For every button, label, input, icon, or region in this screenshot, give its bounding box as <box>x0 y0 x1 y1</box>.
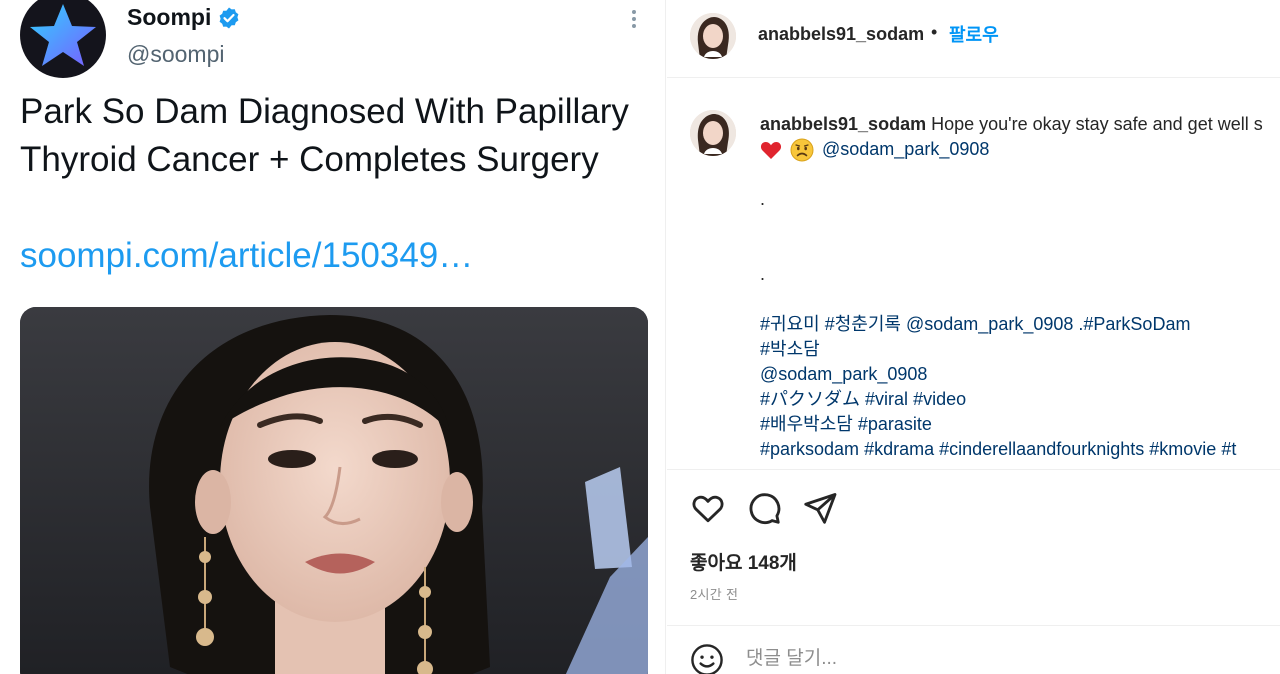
hashtag-link[interactable]: #viral <box>865 389 908 409</box>
portrait-photo-illustration <box>20 307 648 674</box>
caption-author-avatar[interactable] <box>690 110 736 156</box>
caption-line-2: @sodam_park_0908 <box>760 137 1280 162</box>
hashtag-link[interactable]: #청춘기록 <box>825 314 901 334</box>
tweet-photo[interactable] <box>20 307 648 674</box>
hashtag-link[interactable]: #배우박소담 <box>760 414 853 434</box>
post-author-avatar[interactable] <box>690 13 736 59</box>
post-author-username[interactable]: anabbels91_sodam <box>758 24 924 45</box>
hashtag-link[interactable]: #parasite <box>858 414 932 434</box>
caption-dot-line: . <box>760 189 766 209</box>
verified-badge-icon <box>219 7 239 28</box>
hashtag-link[interactable]: #kmovie <box>1149 439 1216 459</box>
caption-text: Hope you're okay stay safe and get well … <box>931 114 1263 134</box>
heart-icon[interactable] <box>690 490 726 526</box>
hashtag-line: #パクソダム #viral #video <box>760 387 1280 412</box>
tweet-author-avatar[interactable] <box>20 0 106 78</box>
post-caption: anabbels91_sodam Hope you're okay stay s… <box>760 112 1280 462</box>
hashtag-link[interactable]: #박소담 <box>760 339 820 359</box>
tweet-author-handle[interactable]: @soompi <box>127 41 225 68</box>
hashtag-link[interactable]: #parksodam <box>760 439 859 459</box>
likes-count[interactable]: 좋아요 148개 <box>690 548 797 575</box>
post-timestamp[interactable]: 2시간 전 <box>690 584 738 603</box>
smiley-icon[interactable] <box>690 643 724 674</box>
mention-link[interactable]: @sodam_park_0908 <box>906 314 1073 334</box>
comment-bubble-icon[interactable] <box>746 490 782 526</box>
hashtag-link[interactable]: #t <box>1221 439 1236 459</box>
mention-link[interactable]: @sodam_park_0908 <box>760 364 927 384</box>
mention-link[interactable]: @sodam_park_0908 <box>822 137 989 162</box>
post-action-bar <box>690 490 838 526</box>
paper-plane-icon[interactable] <box>802 490 838 526</box>
caption-dot-line: . <box>760 264 766 284</box>
hashtag-link[interactable]: #cinderellaandfourknights <box>939 439 1144 459</box>
hashtag-line: #parksodam #kdrama #cinderellaandfourkni… <box>760 437 1280 462</box>
more-vertical-icon[interactable] <box>624 6 644 32</box>
caption-author-username[interactable]: anabbels91_sodam <box>760 114 926 134</box>
header-divider <box>667 77 1280 78</box>
hashtag-link[interactable]: .#ParkSoDam <box>1078 314 1190 334</box>
hashtag-line: #박소담 <box>760 337 1280 362</box>
caption-divider <box>667 469 1280 470</box>
tweet-body-text: Park So Dam Diagnosed With Papillary Thy… <box>20 92 629 179</box>
hashtag-link[interactable]: #귀요미 <box>760 314 820 334</box>
hashtag-link[interactable]: #video <box>913 389 966 409</box>
caption-line-1: anabbels91_sodam Hope you're okay stay s… <box>760 112 1280 137</box>
soompi-star-logo <box>30 4 96 66</box>
follow-button[interactable]: 팔로우 <box>949 21 999 47</box>
tweet-article-link[interactable]: soompi.com/article/150349… <box>20 232 473 280</box>
comment-divider <box>667 625 1280 626</box>
header-separator-dot: • <box>931 22 938 42</box>
comment-input[interactable] <box>746 648 1246 670</box>
hashtag-link[interactable]: #kdrama <box>864 439 934 459</box>
tweet-card: Soompi @soompi Park So Dam Diagnosed Wit… <box>0 0 666 674</box>
mention-line: @sodam_park_0908 <box>760 362 1280 387</box>
hashtag-line: #배우박소담 #parasite <box>760 412 1280 437</box>
instagram-post-panel: anabbels91_sodam • 팔로우 anabbels91_sodam … <box>667 0 1280 674</box>
tweet-author-name[interactable]: Soompi <box>127 4 211 31</box>
hashtag-line: #귀요미 #청춘기록 @sodam_park_0908 .#ParkSoDam <box>760 312 1280 337</box>
profile-photo-illustration <box>690 110 736 156</box>
worried-face-emoji-icon <box>790 138 814 161</box>
red-heart-emoji-icon <box>760 141 782 159</box>
profile-photo-illustration <box>690 13 736 59</box>
tweet-author-row: Soompi <box>127 4 241 31</box>
hashtag-link[interactable]: #パクソダム <box>760 389 860 409</box>
